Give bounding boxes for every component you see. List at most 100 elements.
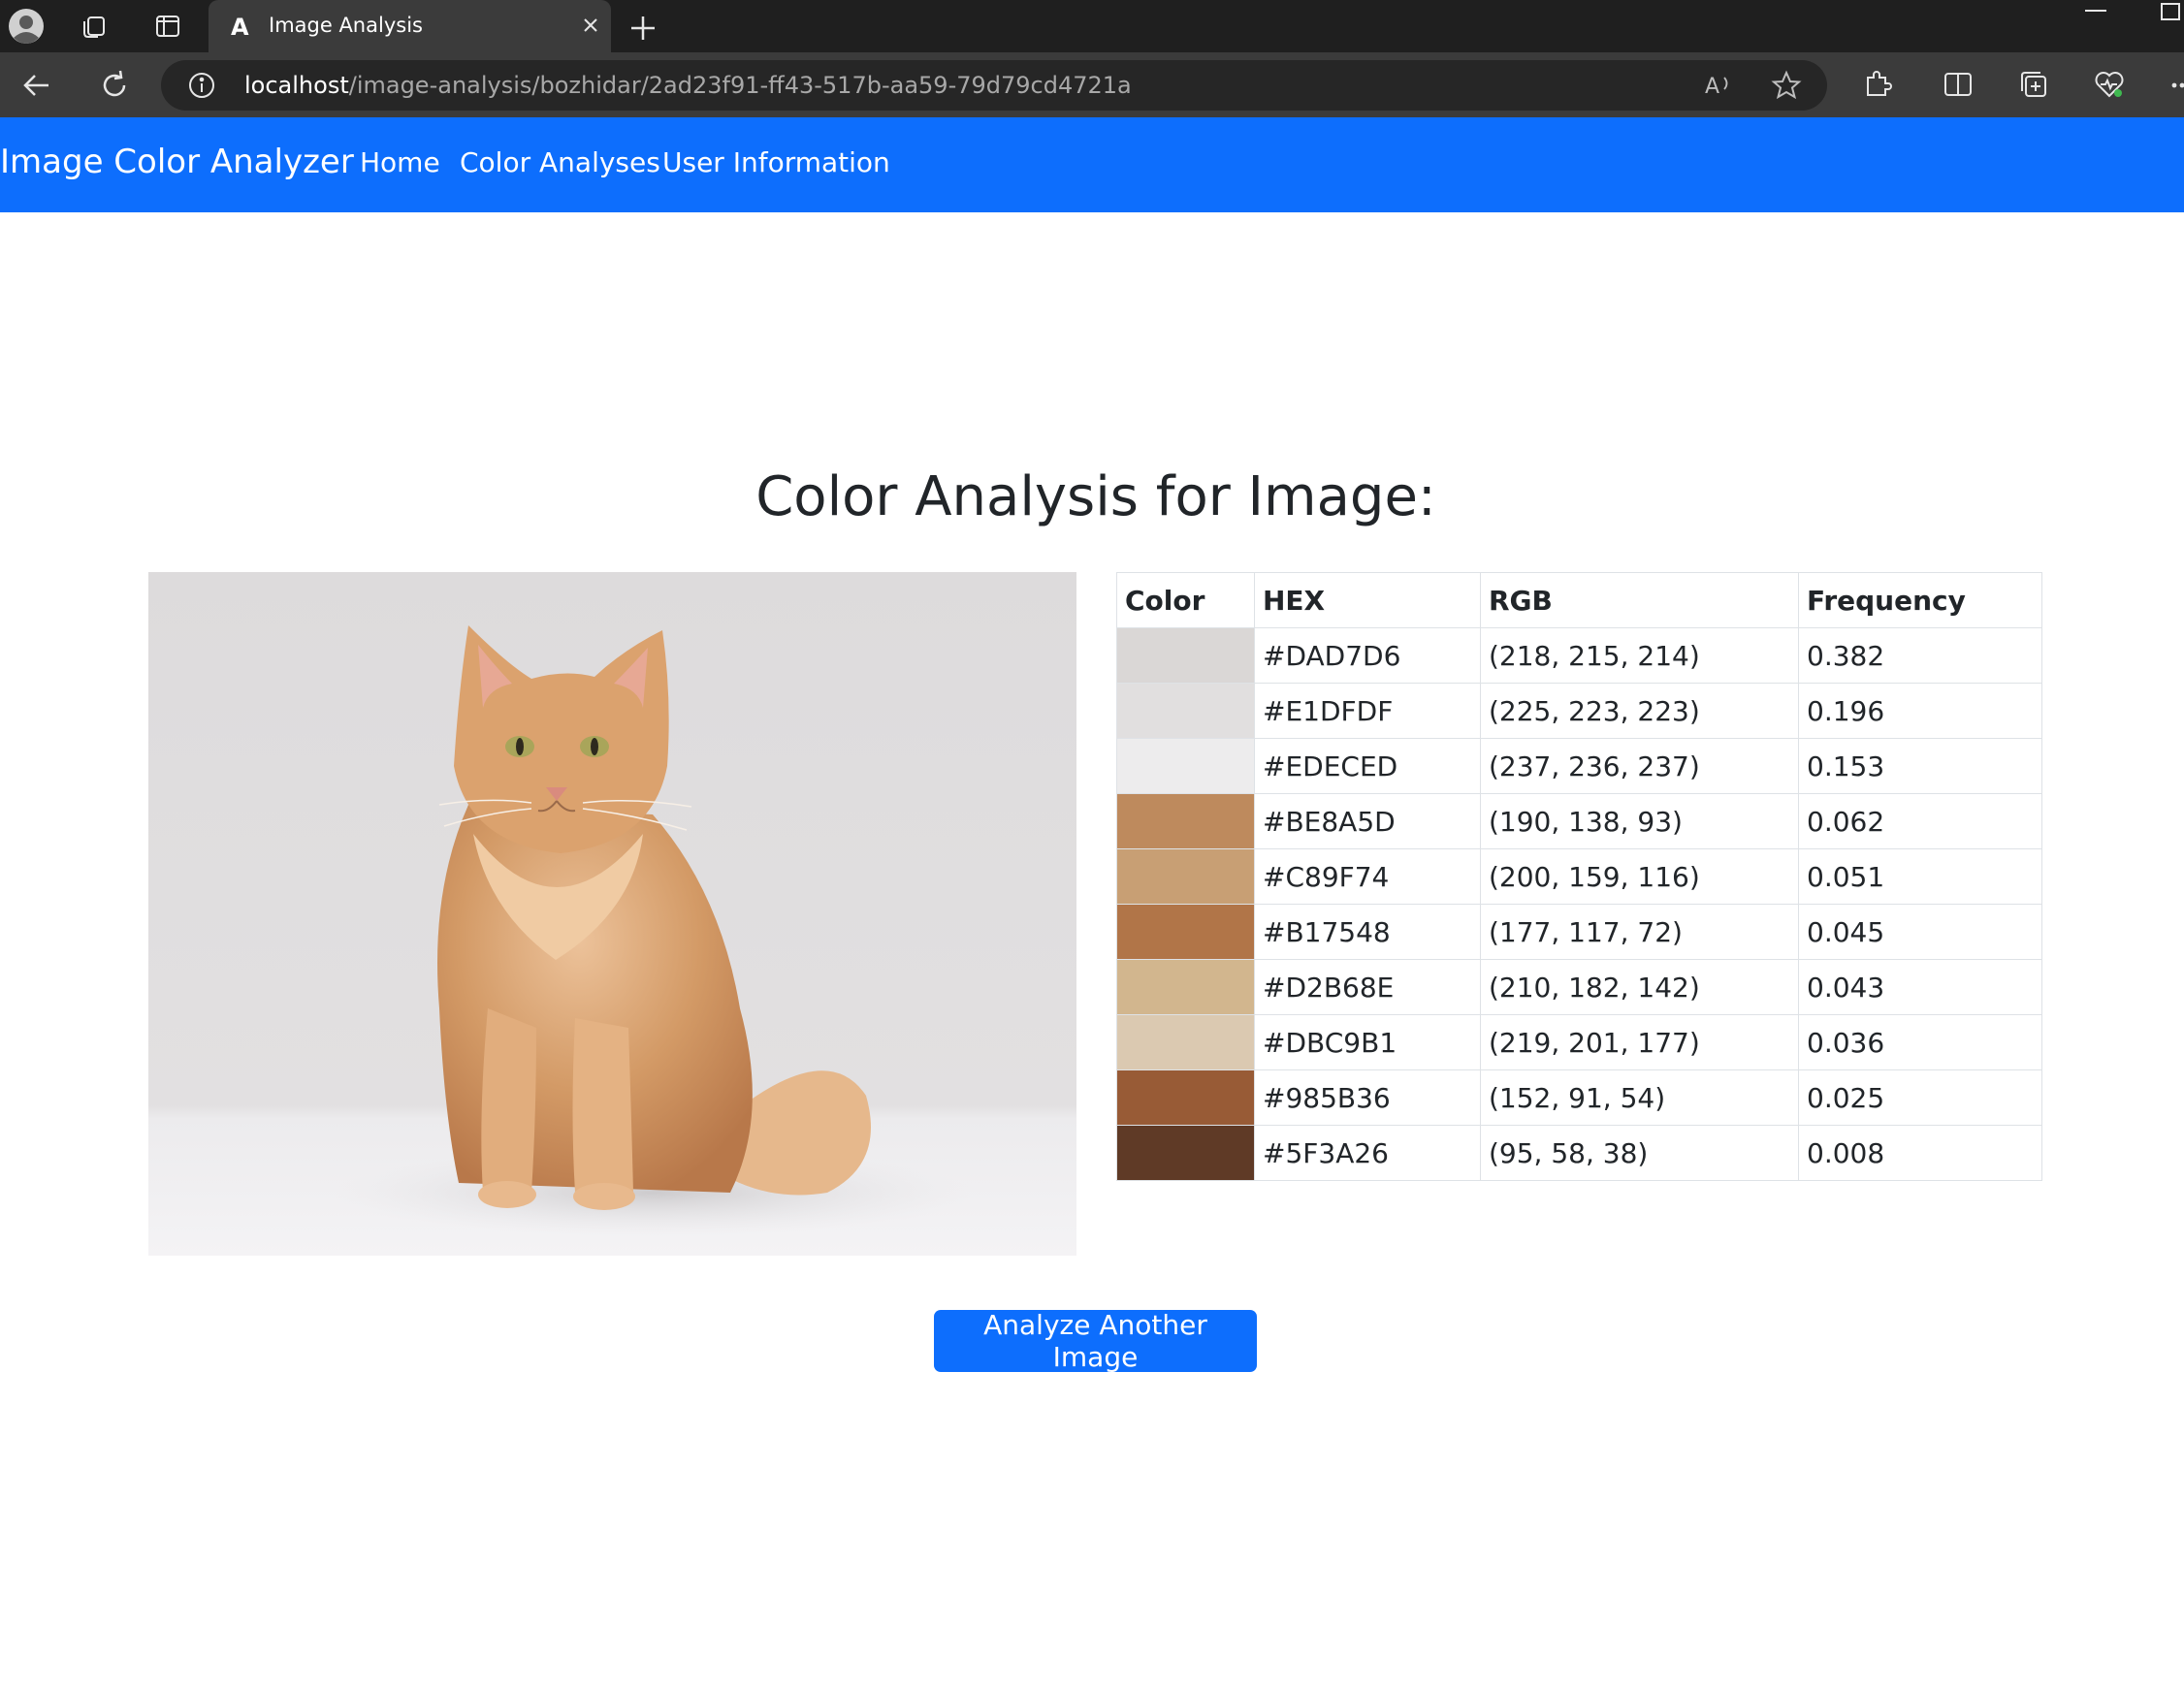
refresh-icon[interactable] [97,68,132,103]
navbar-brand[interactable]: Image Color Analyzer [0,143,354,181]
page-title: Color Analysis for Image: [755,465,1436,528]
collections-icon[interactable] [2017,68,2050,101]
hex-cell: #BE8A5D [1254,793,1481,849]
table-header-row: Color HEX RGB Frequency [1116,572,2042,628]
frequency-cell: 0.043 [1798,959,2042,1015]
rgb-cell: (200, 159, 116) [1480,848,1799,905]
color-swatch [1116,959,1255,1015]
color-swatch [1116,1069,1255,1126]
frequency-cell: 0.062 [1798,793,2042,849]
frequency-cell: 0.008 [1798,1125,2042,1181]
color-table: Color HEX RGB Frequency #DAD7D6 (218, 21… [1116,572,2042,1181]
angular-logo-icon: A [228,13,255,41]
url-path: /image-analysis/bozhidar/2ad23f91-ff43-5… [348,72,1132,99]
hex-cell: #985B36 [1254,1069,1481,1126]
swatch-fill [1117,1015,1254,1069]
table-row: #DBC9B1 (219, 201, 177) 0.036 [1116,1014,2042,1070]
swatch-fill [1117,794,1254,848]
frequency-cell: 0.051 [1798,848,2042,905]
url-host: localhost [244,72,349,99]
header-color: Color [1116,572,1255,628]
favorite-star-icon[interactable] [1771,70,1802,101]
swatch-fill [1117,628,1254,683]
swatch-fill [1117,849,1254,904]
window-maximize-icon[interactable] [2161,3,2180,20]
browser-toolbar: localhost/image-analysis/bozhidar/2ad23f… [0,52,2184,117]
hex-cell: #E1DFDF [1254,683,1481,739]
hex-cell: #EDECED [1254,738,1481,794]
hex-cell: #5F3A26 [1254,1125,1481,1181]
window-minimize-icon[interactable] [2085,10,2106,12]
color-swatch [1116,793,1255,849]
table-body: #DAD7D6 (218, 215, 214) 0.382 #E1DFDF (2… [1116,627,2042,1181]
more-options-icon[interactable] [2165,72,2184,99]
tab-title: Image Analysis [269,14,423,37]
table-row: #DAD7D6 (218, 215, 214) 0.382 [1116,627,2042,684]
rgb-cell: (210, 182, 142) [1480,959,1799,1015]
swatch-fill [1117,684,1254,738]
new-tab-icon[interactable] [626,11,660,46]
frequency-cell: 0.025 [1798,1069,2042,1126]
table-row: #B17548 (177, 117, 72) 0.045 [1116,904,2042,960]
table-row: #E1DFDF (225, 223, 223) 0.196 [1116,683,2042,739]
swatch-fill [1117,1126,1254,1180]
profile-avatar-icon[interactable] [8,8,45,45]
table-row: #5F3A26 (95, 58, 38) 0.008 [1116,1125,2042,1181]
url-text: localhost/image-analysis/bozhidar/2ad23f… [244,72,1132,99]
frequency-cell: 0.045 [1798,904,2042,960]
site-info-icon[interactable] [188,72,215,99]
split-screen-icon[interactable] [1942,68,1975,101]
header-frequency: Frequency [1798,572,2042,628]
frequency-cell: 0.196 [1798,683,2042,739]
header-hex: HEX [1254,572,1481,628]
analyzed-image [148,572,1076,1256]
hex-cell: #D2B68E [1254,959,1481,1015]
back-icon[interactable] [19,68,54,103]
color-swatch [1116,738,1255,794]
svg-text:A: A [231,14,249,40]
svg-text:A: A [1705,75,1719,99]
table-row: #D2B68E (210, 182, 142) 0.043 [1116,959,2042,1015]
vertical-tabs-icon[interactable] [153,12,182,41]
swatch-fill [1117,739,1254,793]
table-row: #985B36 (152, 91, 54) 0.025 [1116,1069,2042,1126]
color-swatch [1116,1014,1255,1070]
frequency-cell: 0.036 [1798,1014,2042,1070]
rgb-cell: (218, 215, 214) [1480,627,1799,684]
rgb-cell: (219, 201, 177) [1480,1014,1799,1070]
hex-cell: #C89F74 [1254,848,1481,905]
browser-tab-bar: A Image Analysis [0,0,2184,52]
rgb-cell: (152, 91, 54) [1480,1069,1799,1126]
tab-close-icon[interactable] [577,12,604,39]
read-aloud-icon[interactable]: A [1703,70,1734,101]
rgb-cell: (95, 58, 38) [1480,1125,1799,1181]
active-tab[interactable]: A Image Analysis [209,0,611,52]
color-swatch [1116,904,1255,960]
workspaces-icon[interactable] [80,12,109,41]
browser-essentials-icon[interactable] [2093,68,2126,101]
swatch-fill [1117,905,1254,959]
rgb-cell: (237, 236, 237) [1480,738,1799,794]
color-swatch [1116,1125,1255,1181]
table-row: #C89F74 (200, 159, 116) 0.051 [1116,848,2042,905]
nav-link-user-information[interactable]: User Information [662,146,890,178]
nav-link-home[interactable]: Home [360,146,440,178]
swatch-fill [1117,960,1254,1014]
hex-cell: #DAD7D6 [1254,627,1481,684]
table-row: #BE8A5D (190, 138, 93) 0.062 [1116,793,2042,849]
analyze-another-image-button[interactable]: Analyze Another Image [934,1309,1257,1373]
header-rgb: RGB [1480,572,1799,628]
nav-link-color-analyses[interactable]: Color Analyses [460,146,660,178]
address-bar[interactable]: localhost/image-analysis/bozhidar/2ad23f… [161,60,1827,111]
table-row: #EDECED (237, 236, 237) 0.153 [1116,738,2042,794]
frequency-cell: 0.382 [1798,627,2042,684]
hex-cell: #DBC9B1 [1254,1014,1481,1070]
extensions-icon[interactable] [1860,68,1893,101]
swatch-fill [1117,1070,1254,1125]
color-swatch [1116,627,1255,684]
rgb-cell: (225, 223, 223) [1480,683,1799,739]
rgb-cell: (190, 138, 93) [1480,793,1799,849]
color-swatch [1116,683,1255,739]
rgb-cell: (177, 117, 72) [1480,904,1799,960]
frequency-cell: 0.153 [1798,738,2042,794]
